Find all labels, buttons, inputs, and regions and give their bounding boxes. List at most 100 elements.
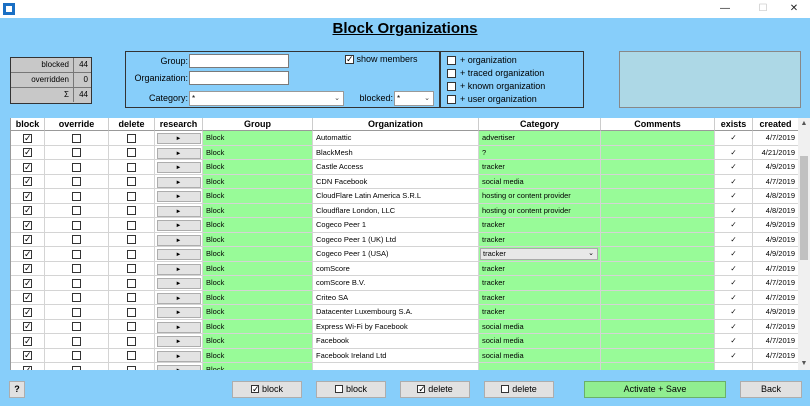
category-cell[interactable]: social media [479, 174, 601, 189]
table-row[interactable]: ►BlockcomScoretracker ✓4/7/2019 [11, 261, 798, 276]
unblock-all-button[interactable]: block [316, 381, 386, 398]
show-members-option[interactable]: show members [345, 53, 418, 65]
plus-known-organization-checkbox[interactable] [447, 82, 456, 92]
organization-cell[interactable]: Castle Access [313, 160, 479, 175]
comments-cell[interactable] [601, 261, 715, 276]
group-cell[interactable]: Block [203, 363, 313, 370]
delete-checkbox[interactable] [127, 278, 136, 288]
category-cell[interactable]: tracker [479, 290, 601, 305]
override-checkbox[interactable] [72, 206, 81, 216]
block-checkbox[interactable] [23, 190, 32, 202]
block-all-button[interactable]: block [232, 381, 302, 398]
column-header-category[interactable]: Category [479, 118, 601, 131]
group-cell[interactable]: Block [203, 334, 313, 349]
delete-checkbox[interactable] [127, 162, 136, 172]
block-checkbox[interactable] [23, 364, 32, 370]
delete-all-button[interactable]: delete [400, 381, 470, 398]
table-row[interactable]: ►BlockDatacenter Luxembourg S.A.tracker ✓… [11, 305, 798, 320]
block-checkbox[interactable] [23, 175, 32, 187]
block-checkbox[interactable] [23, 132, 32, 144]
blocked-select[interactable]: * ⌄ [394, 91, 434, 106]
table-row[interactable]: ►BlockCastle Accesstracker ✓4/9/2019 [11, 160, 798, 175]
comments-cell[interactable] [601, 290, 715, 305]
research-button[interactable]: ► [156, 278, 201, 289]
table-scrollbar[interactable]: ▲ ▼ [798, 118, 810, 370]
organization-cell[interactable]: comScore B.V. [313, 276, 479, 291]
comments-cell[interactable] [601, 174, 715, 189]
category-dropdown[interactable]: tracker ⌄ [480, 248, 598, 260]
undelete-all-button[interactable]: delete [484, 381, 554, 398]
category-cell[interactable]: advertiser [479, 131, 601, 146]
delete-checkbox[interactable] [127, 293, 136, 303]
category-cell[interactable]: tracker [479, 232, 601, 247]
override-checkbox[interactable] [72, 264, 81, 274]
research-button[interactable]: ► [156, 176, 201, 188]
table-row[interactable]: ►BlockCDN Facebooksocial media ✓4/7/2019 [11, 174, 798, 189]
research-button[interactable]: ► [156, 191, 201, 202]
research-button[interactable]: ► [156, 234, 201, 246]
table-row[interactable]: ►BlockAutomatticadvertiser ✓4/7/2019 [11, 131, 798, 146]
override-checkbox[interactable] [72, 278, 81, 288]
organization-cell[interactable]: Facebook [313, 334, 479, 349]
block-checkbox[interactable] [23, 219, 32, 231]
delete-checkbox[interactable] [127, 336, 136, 346]
plus-traced-organization-option[interactable]: + traced organization [447, 67, 544, 79]
override-checkbox[interactable] [72, 307, 81, 317]
plus-known-organization-option[interactable]: + known organization [447, 80, 545, 92]
comments-cell[interactable] [601, 160, 715, 175]
delete-checkbox[interactable] [127, 264, 136, 274]
category-cell[interactable]: social media [479, 319, 601, 334]
block-checkbox[interactable] [23, 291, 32, 303]
override-checkbox[interactable] [72, 336, 81, 346]
group-cell[interactable]: Block [203, 348, 313, 363]
table-row[interactable]: ►BlockCogeco Peer 1 (USA) tracker ⌄ ✓4/9/20… [11, 247, 798, 262]
delete-checkbox[interactable] [127, 206, 136, 216]
delete-checkbox[interactable] [127, 177, 136, 187]
comments-cell[interactable] [601, 319, 715, 334]
block-checkbox[interactable] [23, 277, 32, 289]
table-row[interactable]: ►BlockCloudflare London, LLChosting or c… [11, 203, 798, 218]
plus-organization-checkbox[interactable] [447, 56, 456, 66]
research-button[interactable]: ► [156, 162, 201, 173]
delete-checkbox[interactable] [127, 191, 136, 201]
organization-cell[interactable]: Cogeco Peer 1 (UK) Ltd [313, 232, 479, 247]
group-cell[interactable]: Block [203, 218, 313, 233]
table-row[interactable]: ►BlockCloudFlare Latin America S.R.Lhost… [11, 189, 798, 204]
research-button[interactable]: ► [156, 147, 201, 159]
block-checkbox[interactable] [23, 204, 32, 216]
group-field[interactable] [189, 54, 289, 68]
block-checkbox[interactable] [23, 161, 32, 173]
group-cell[interactable]: Block [203, 247, 313, 262]
group-cell[interactable]: Block [203, 160, 313, 175]
research-button[interactable]: ► [156, 307, 201, 318]
table-row[interactable]: ►Block [11, 363, 798, 370]
delete-checkbox[interactable] [127, 235, 136, 245]
override-checkbox[interactable] [72, 177, 81, 187]
table-row[interactable]: ►BlockCogeco Peer 1 (UK) Ltdtracker ✓4/9/… [11, 232, 798, 247]
delete-checkbox[interactable] [127, 307, 136, 317]
delete-checkbox[interactable] [127, 220, 136, 230]
comments-cell[interactable] [601, 276, 715, 291]
table-row[interactable]: ►BlockExpress Wi-Fi by Facebooksocial me… [11, 319, 798, 334]
block-checkbox[interactable] [23, 233, 32, 245]
table-row[interactable]: ►BlockCriteo SAtracker ✓4/7/2019 [11, 290, 798, 305]
delete-checkbox[interactable] [127, 133, 136, 143]
research-button[interactable]: ► [156, 365, 201, 370]
organization-field[interactable] [189, 71, 289, 85]
category-cell[interactable]: tracker [479, 276, 601, 291]
help-button[interactable]: ? [9, 381, 25, 398]
group-cell[interactable]: Block [203, 174, 313, 189]
research-button[interactable]: ► [156, 133, 201, 144]
comments-cell[interactable] [601, 218, 715, 233]
delete-checkbox[interactable] [127, 322, 136, 332]
category-cell[interactable]: hosting or content provider [479, 203, 601, 218]
group-cell[interactable]: Block [203, 145, 313, 160]
minimize-button[interactable]: — [714, 1, 736, 17]
scroll-up-icon[interactable]: ▲ [798, 118, 810, 130]
comments-cell[interactable] [601, 145, 715, 160]
column-header-group[interactable]: Group [203, 118, 313, 131]
comments-cell[interactable] [601, 203, 715, 218]
override-checkbox[interactable] [72, 220, 81, 230]
back-button[interactable]: Back [740, 381, 802, 398]
category-select[interactable]: * ⌄ [189, 91, 344, 106]
